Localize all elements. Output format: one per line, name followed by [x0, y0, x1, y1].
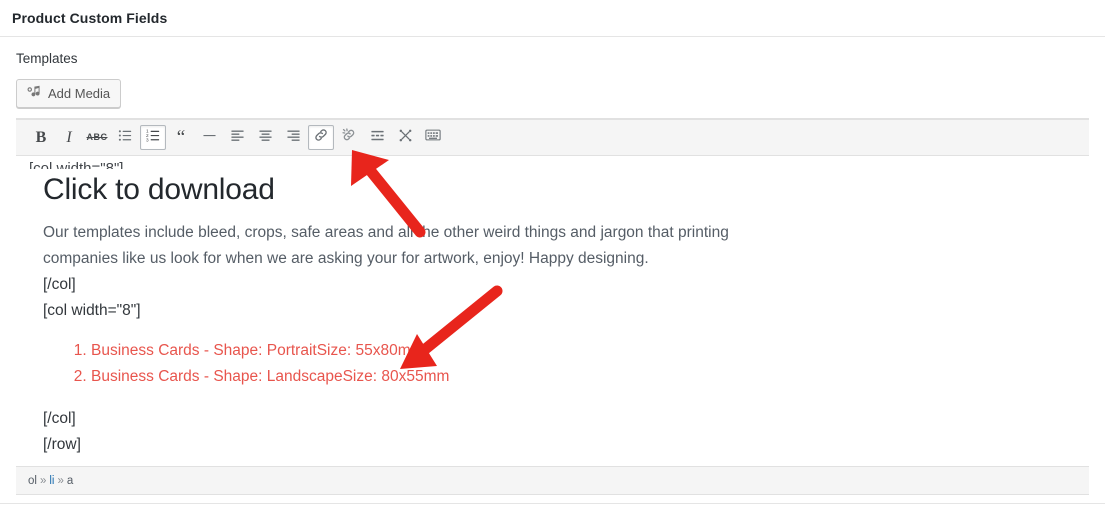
product-list: Business Cards - Shape: PortraitSize: 55…	[43, 338, 1073, 390]
tinymce-editor: B I ABC 1 2 3 “ [col width="8"] Click to…	[16, 118, 1089, 495]
align-right-button[interactable]	[280, 125, 306, 150]
shortcode-open-col-2: [col width="8"]	[43, 302, 141, 319]
editor-toolbar: B I ABC 1 2 3 “	[16, 119, 1089, 156]
custom-field-templates: Templates Add Media B I ABC 1 2 3 “ [col…	[0, 37, 1105, 495]
blockquote-button[interactable]: “	[168, 125, 194, 150]
add-media-label: Add Media	[48, 86, 111, 101]
path-node-a[interactable]: a	[67, 475, 73, 487]
horizontal-rule-button[interactable]	[196, 125, 222, 150]
editor-status-bar: ol » li » a	[16, 466, 1089, 494]
strikethrough-icon: ABC	[86, 132, 108, 142]
paragraph-line-2: companies like us look for when we are a…	[43, 250, 649, 267]
shortcode-close-col-1: [/col]	[43, 276, 76, 293]
media-buttons-row: Add Media	[16, 79, 1089, 108]
path-node-ol[interactable]: ol	[28, 475, 37, 487]
bold-icon: B	[35, 128, 47, 146]
numbered-list-button[interactable]: 1 2 3	[140, 125, 166, 150]
strikethrough-button[interactable]: ABC	[84, 125, 110, 150]
svg-text:3: 3	[146, 137, 149, 142]
content-heading: Click to download	[43, 173, 275, 206]
field-label-templates: Templates	[16, 51, 78, 66]
list-item[interactable]: Business Cards - Shape: PortraitSize: 55…	[91, 338, 1073, 364]
link-icon	[313, 127, 329, 148]
hr-icon	[202, 128, 217, 148]
ol-icon: 1 2 3	[146, 128, 161, 148]
read-more-button[interactable]	[364, 125, 390, 150]
bulleted-list-button[interactable]	[112, 125, 138, 150]
read-more-icon	[370, 128, 385, 148]
content-paragraph: Our templates include bleed, crops, safe…	[43, 220, 843, 272]
align-center-icon	[258, 128, 273, 148]
add-media-button[interactable]: Add Media	[16, 79, 122, 108]
bold-button[interactable]: B	[28, 125, 54, 150]
fullscreen-icon	[398, 128, 413, 148]
align-center-button[interactable]	[252, 125, 278, 150]
remove-link-button[interactable]	[336, 125, 362, 150]
blockquote-icon: “	[176, 126, 186, 148]
clipped-shortcode-line: [col width="8"]	[29, 160, 124, 169]
path-node-li[interactable]: li	[49, 475, 54, 487]
path-separator: »	[39, 474, 47, 487]
unlink-icon	[341, 127, 357, 148]
paragraph-line-1: Our templates include bleed, crops, safe…	[43, 224, 729, 241]
italic-button[interactable]: I	[56, 125, 82, 150]
list-item[interactable]: Business Cards - Shape: LandscapeSize: 8…	[91, 364, 1073, 390]
insert-link-button[interactable]	[308, 125, 334, 150]
italic-icon: I	[66, 128, 72, 146]
kitchen-sink-icon	[425, 128, 441, 147]
editor-content-area[interactable]: [col width="8"] Click to download Our te…	[16, 156, 1089, 466]
fullscreen-button[interactable]	[392, 125, 418, 150]
shortcode-close-row: [/row]	[43, 436, 81, 453]
page-title: Product Custom Fields	[12, 10, 168, 26]
media-icon	[26, 85, 41, 103]
ul-icon	[118, 128, 133, 148]
align-right-icon	[286, 128, 301, 148]
next-field-label: Artwork guidelines	[0, 503, 1105, 516]
path-separator: »	[57, 474, 64, 487]
metabox-header: Product Custom Fields	[0, 0, 1105, 37]
toggle-toolbar-button[interactable]	[420, 125, 446, 150]
shortcode-close-col-2: [/col]	[43, 410, 76, 427]
align-left-button[interactable]	[224, 125, 250, 150]
align-left-icon	[230, 128, 245, 148]
